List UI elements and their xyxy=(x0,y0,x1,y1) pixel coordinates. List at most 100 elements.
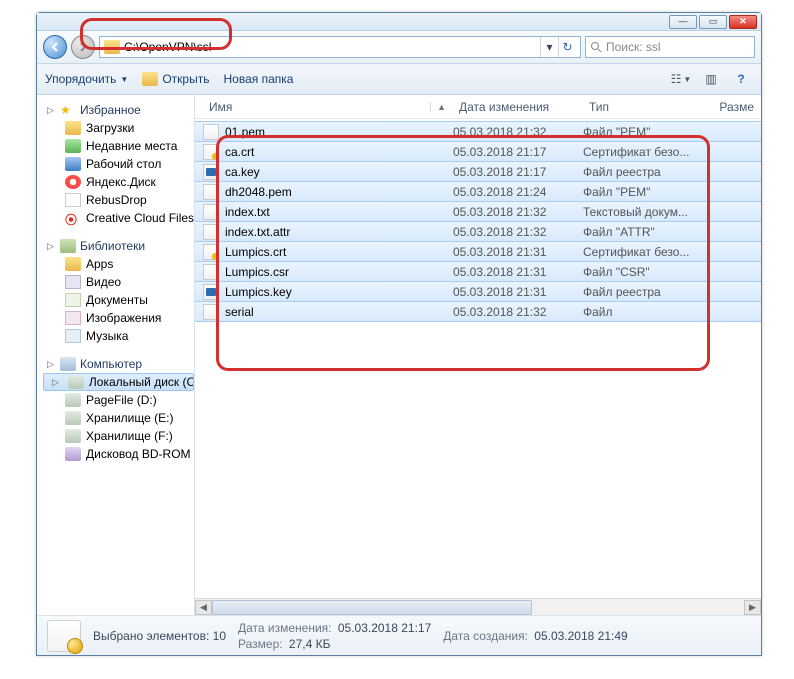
file-file-icon xyxy=(203,304,219,320)
favorites-header[interactable]: ▷ ★ Избранное xyxy=(43,101,194,119)
file-row[interactable]: ca.key05.03.2018 21:17Файл реестра xyxy=(195,161,761,182)
file-list[interactable]: 01.pem05.03.2018 21:32Файл "PEM"ca.crt05… xyxy=(195,119,761,598)
file-key-icon xyxy=(203,164,219,180)
status-created-label: Дата создания: xyxy=(443,629,528,643)
video-icon xyxy=(65,275,81,289)
file-row[interactable]: 01.pem05.03.2018 21:32Файл "PEM" xyxy=(195,121,761,142)
sidebar-item-label: Недавние места xyxy=(86,139,177,153)
sidebar-item[interactable]: Изображения xyxy=(43,309,194,327)
column-name[interactable]: Имя ▲ xyxy=(203,100,453,114)
file-row[interactable]: ca.crt05.03.2018 21:17Сертификат безо... xyxy=(195,141,761,162)
address-dropdown[interactable]: ▾ xyxy=(540,37,558,57)
file-type: Файл реестра xyxy=(583,285,701,299)
horizontal-scrollbar[interactable]: ◀ ▶ xyxy=(195,598,761,615)
view-options-button[interactable]: ☷▼ xyxy=(669,69,693,89)
column-size[interactable]: Разме xyxy=(701,100,761,114)
sidebar-item[interactable]: Apps xyxy=(43,255,194,273)
column-date[interactable]: Дата изменения xyxy=(453,100,583,114)
folder-icon xyxy=(104,40,120,54)
desktop-icon xyxy=(65,157,81,171)
file-row[interactable]: Lumpics.key05.03.2018 21:31Файл реестра xyxy=(195,281,761,302)
open-icon xyxy=(142,72,158,86)
address-bar[interactable]: ▾ ↻ xyxy=(99,36,581,58)
file-date: 05.03.2018 21:31 xyxy=(453,245,583,259)
search-box[interactable]: Поиск: ssl xyxy=(585,36,755,58)
organize-button[interactable]: Упорядочить ▼ xyxy=(45,72,128,86)
scroll-right-button[interactable]: ▶ xyxy=(744,600,761,615)
open-button[interactable]: Открыть xyxy=(142,72,209,86)
status-date-label: Дата изменения: xyxy=(238,621,332,635)
file-row[interactable]: Lumpics.crt05.03.2018 21:31Сертификат бе… xyxy=(195,241,761,262)
titlebar: — ▭ ✕ xyxy=(37,13,761,31)
search-placeholder: Поиск: ssl xyxy=(606,40,661,54)
refresh-button[interactable]: ↻ xyxy=(558,37,576,57)
file-row[interactable]: Lumpics.csr05.03.2018 21:31Файл "CSR" xyxy=(195,261,761,282)
apps-icon xyxy=(65,257,81,271)
sidebar-item-label: Creative Cloud Files xyxy=(86,211,194,225)
back-button[interactable] xyxy=(43,35,67,59)
file-type: Файл "PEM" xyxy=(583,185,701,199)
scroll-left-button[interactable]: ◀ xyxy=(195,600,212,615)
caret-icon: ▷ xyxy=(47,105,56,116)
sidebar-item[interactable]: Хранилище (F:) xyxy=(43,427,194,445)
help-button[interactable]: ? xyxy=(729,69,753,89)
file-type: Файл "PEM" xyxy=(583,125,701,139)
sidebar-item-label: Документы xyxy=(86,293,148,307)
chevron-down-icon: ▼ xyxy=(683,75,691,84)
address-input[interactable] xyxy=(124,40,540,54)
sidebar-item-label: Яндекс.Диск xyxy=(86,175,156,189)
file-row[interactable]: serial05.03.2018 21:32Файл xyxy=(195,301,761,322)
sidebar-item[interactable]: Хранилище (E:) xyxy=(43,409,194,427)
file-type: Сертификат безо... xyxy=(583,245,701,259)
file-name: serial xyxy=(225,305,453,319)
file-row[interactable]: index.txt.attr05.03.2018 21:32Файл "ATTR… xyxy=(195,221,761,242)
drive-icon xyxy=(65,393,81,407)
computer-label: Компьютер xyxy=(80,357,142,371)
file-name: ca.crt xyxy=(225,145,453,159)
scroll-thumb[interactable] xyxy=(212,600,532,615)
preview-pane-button[interactable]: ▥ xyxy=(699,69,723,89)
sidebar-item-label: PageFile (D:) xyxy=(86,393,157,407)
sidebar-item[interactable]: Дисковод BD-ROM (I xyxy=(43,445,194,463)
file-type: Текстовый докум... xyxy=(583,205,701,219)
sidebar-item[interactable]: RebusDrop xyxy=(43,191,194,209)
yadisk-icon xyxy=(65,175,81,189)
file-row[interactable]: dh2048.pem05.03.2018 21:24Файл "PEM" xyxy=(195,181,761,202)
selection-icon xyxy=(47,620,81,652)
forward-button[interactable] xyxy=(71,35,95,59)
sidebar-item[interactable]: Документы xyxy=(43,291,194,309)
sidebar-item[interactable]: ⦿Creative Cloud Files xyxy=(43,209,194,227)
rebus-icon xyxy=(65,193,81,207)
drive-icon xyxy=(68,375,84,389)
libraries-header[interactable]: ▷ Библиотеки xyxy=(43,237,194,255)
column-type[interactable]: Тип xyxy=(583,100,701,114)
sidebar-item[interactable]: Загрузки xyxy=(43,119,194,137)
file-name: Lumpics.crt xyxy=(225,245,453,259)
sidebar-item[interactable]: Музыка xyxy=(43,327,194,345)
computer-header[interactable]: ▷ Компьютер xyxy=(43,355,194,373)
music-icon xyxy=(65,329,81,343)
sidebar-item-label: Рабочий стол xyxy=(86,157,161,171)
file-type: Файл реестра xyxy=(583,165,701,179)
sidebar-item[interactable]: Рабочий стол xyxy=(43,155,194,173)
sidebar-item[interactable]: PageFile (D:) xyxy=(43,391,194,409)
sidebar-item[interactable]: Яндекс.Диск xyxy=(43,173,194,191)
close-button[interactable]: ✕ xyxy=(729,15,757,29)
sidebar-item[interactable]: Видео xyxy=(43,273,194,291)
file-date: 05.03.2018 21:32 xyxy=(453,305,583,319)
maximize-button[interactable]: ▭ xyxy=(699,15,727,29)
pics-icon xyxy=(65,311,81,325)
file-row[interactable]: index.txt05.03.2018 21:32Текстовый докум… xyxy=(195,201,761,222)
minimize-button[interactable]: — xyxy=(669,15,697,29)
status-selected: Выбрано элементов: 10 xyxy=(93,629,226,643)
sort-asc-icon: ▲ xyxy=(430,102,446,112)
sidebar-item[interactable]: Недавние места xyxy=(43,137,194,155)
file-date: 05.03.2018 21:32 xyxy=(453,225,583,239)
column-date-label: Дата изменения xyxy=(459,100,549,114)
caret-icon: ▷ xyxy=(47,241,56,252)
computer-group: ▷ Компьютер ▷Локальный диск (C:) PageFile… xyxy=(43,355,194,463)
sidebar-item[interactable]: ▷Локальный диск (C:) xyxy=(43,373,194,391)
new-folder-button[interactable]: Новая папка xyxy=(223,72,293,86)
file-type: Сертификат безо... xyxy=(583,145,701,159)
libraries-label: Библиотеки xyxy=(80,239,145,253)
